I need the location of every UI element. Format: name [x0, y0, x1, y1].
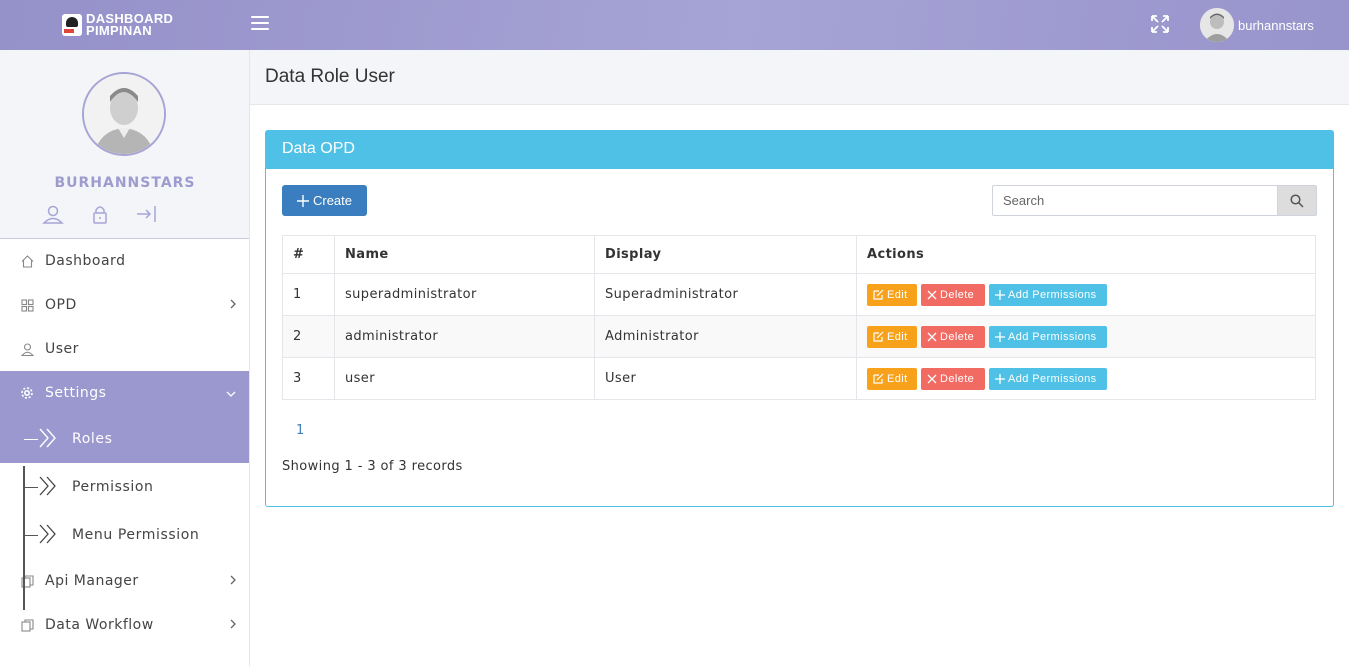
submenu-tree-line [23, 466, 25, 610]
create-button-label: Create [312, 193, 353, 208]
profile-user-icon[interactable] [42, 204, 64, 224]
edit-icon [873, 289, 884, 300]
table-row: 3 user User Edit Delete Add Permissions [282, 357, 1316, 400]
sidebar-item-label: OPD [45, 297, 77, 313]
double-chevron-icon [38, 427, 58, 453]
app-logo[interactable]: DASHBOARD PIMPINAN [62, 10, 173, 40]
avatar [1200, 8, 1234, 42]
gear-icon [20, 386, 34, 400]
user-icon [20, 342, 34, 356]
sidebar-item-dashboard[interactable]: Dashboard [0, 239, 249, 283]
cell-number: 1 [282, 273, 335, 316]
plus-icon [995, 331, 1005, 342]
sidebar-item-label: Dashboard [45, 253, 126, 269]
sidebar-item-label: Settings [45, 385, 107, 401]
chevron-down-icon [225, 386, 237, 402]
chevron-right-icon [229, 618, 237, 634]
delete-button[interactable]: Delete [921, 283, 985, 306]
search-button[interactable] [1277, 185, 1317, 216]
cell-display: Administrator [594, 315, 857, 358]
edit-button[interactable]: Edit [867, 283, 917, 306]
top-navbar: DASHBOARD PIMPINAN burhannstars [0, 0, 1349, 50]
col-header-number: # [282, 235, 335, 274]
sidebar-item-data-workflow[interactable]: Data Workflow [0, 603, 249, 647]
fullscreen-icon[interactable] [1150, 14, 1170, 34]
sidebar-subitem-permission[interactable]: Permission [0, 463, 249, 511]
sidebar-item-label: User [45, 341, 79, 357]
sidebar-subitem-label: Menu Permission [72, 527, 200, 543]
logout-icon[interactable] [136, 204, 158, 224]
close-icon [927, 374, 937, 383]
sidebar-item-label: Api Manager [45, 573, 139, 589]
plus-icon [296, 194, 309, 207]
profile-avatar [82, 72, 166, 156]
copy-icon [20, 618, 34, 632]
table-row: 1 superadministrator Superadministrator … [282, 273, 1316, 316]
close-icon [927, 332, 937, 341]
page-title: Data Role User [265, 66, 395, 87]
sidebar-subitem-menu-permission[interactable]: Menu Permission [0, 511, 249, 559]
records-summary: Showing 1 - 3 of 3 records [282, 459, 463, 474]
sidebar-subitem-label: Roles [72, 431, 113, 447]
create-button[interactable]: Create [282, 185, 367, 216]
sidebar-item-label: Data Workflow [45, 617, 154, 633]
data-panel: Data OPD Create # Name Display Actions 1… [265, 130, 1334, 507]
search-group [992, 185, 1317, 216]
content-header: Data Role User [250, 50, 1349, 105]
col-header-actions: Actions [856, 235, 1316, 274]
edit-button[interactable]: Edit [867, 367, 917, 390]
edit-icon [873, 373, 884, 384]
settings-submenu: Roles Permission Menu Permission [0, 415, 249, 559]
menu-toggle-icon[interactable] [251, 16, 269, 30]
add-permissions-button[interactable]: Add Permissions [989, 325, 1107, 348]
sidebar-item-settings[interactable]: Settings [0, 371, 249, 415]
top-username: burhannstars [1238, 17, 1314, 33]
table-row: 2 administrator Administrator Edit Delet… [282, 315, 1316, 358]
plus-icon [995, 373, 1005, 384]
double-chevron-icon [38, 475, 58, 501]
lock-icon[interactable] [89, 204, 111, 224]
profile-name: BURHANNSTARS [54, 175, 196, 191]
add-permissions-button[interactable]: Add Permissions [989, 367, 1107, 390]
home-icon [20, 254, 34, 268]
edit-button[interactable]: Edit [867, 325, 917, 348]
cell-name: superadministrator [334, 273, 595, 316]
grid-icon [20, 298, 34, 312]
sidebar-item-user[interactable]: User [0, 327, 249, 371]
col-header-name: Name [334, 235, 595, 274]
col-header-display: Display [594, 235, 857, 274]
sidebar-menu: Dashboard OPD User Settings Roles Permis… [0, 239, 249, 647]
pagination-page-1[interactable]: 1 [296, 423, 304, 438]
roles-table: # Name Display Actions 1 superadministra… [282, 235, 1316, 400]
logo-mark-icon [62, 14, 82, 36]
cell-name: user [334, 357, 595, 400]
cell-number: 2 [282, 315, 335, 358]
sidebar-item-opd[interactable]: OPD [0, 283, 249, 327]
search-icon [1290, 193, 1304, 208]
sidebar-subitem-label: Permission [72, 479, 154, 495]
search-input[interactable] [992, 185, 1277, 216]
logo-title-line2: PIMPINAN [86, 23, 152, 38]
table-header-row: # Name Display Actions [282, 235, 1316, 274]
delete-button[interactable]: Delete [921, 367, 985, 390]
chevron-right-icon [229, 298, 237, 314]
cell-number: 3 [282, 357, 335, 400]
plus-icon [995, 289, 1005, 300]
panel-title: Data OPD [266, 131, 1333, 169]
sidebar: BURHANNSTARS Dashboard OPD User Settings… [0, 50, 250, 666]
sidebar-subitem-roles[interactable]: Roles [0, 415, 249, 463]
sidebar-item-api-manager[interactable]: Api Manager [0, 559, 249, 603]
close-icon [927, 290, 937, 299]
edit-icon [873, 331, 884, 342]
chevron-right-icon [229, 574, 237, 590]
cell-display: User [594, 357, 857, 400]
cell-display: Superadministrator [594, 273, 857, 316]
double-chevron-icon [38, 523, 58, 549]
delete-button[interactable]: Delete [921, 325, 985, 348]
user-menu[interactable]: burhannstars [1200, 8, 1314, 42]
add-permissions-button[interactable]: Add Permissions [989, 283, 1107, 306]
cell-name: administrator [334, 315, 595, 358]
profile-panel: BURHANNSTARS [0, 50, 249, 239]
